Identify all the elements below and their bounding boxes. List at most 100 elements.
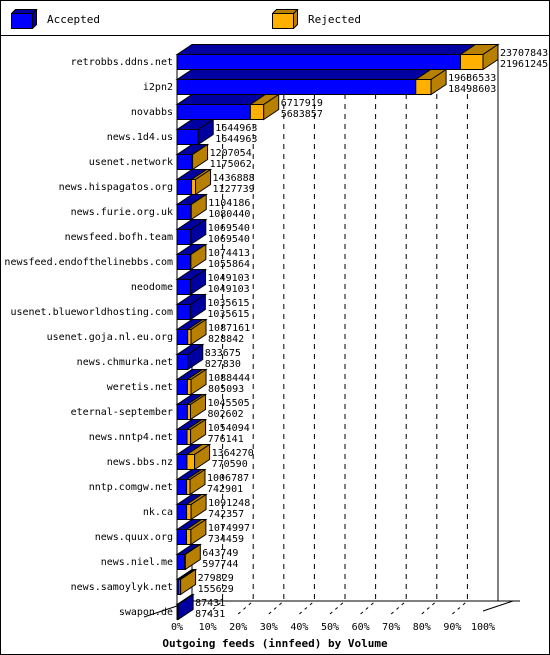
value-label-total: 19686533 [448, 73, 496, 84]
category-label: news.furie.org.uk [71, 207, 173, 218]
value-label-total: 1045505 [207, 398, 249, 409]
bar-group [175, 443, 212, 471]
value-label-accepted: 155629 [198, 584, 234, 595]
category-label: newsfeed.endofthelinebbs.com [4, 257, 173, 268]
bar-rejected [415, 79, 432, 95]
category-label: usenet.blueworldhosting.com [10, 307, 173, 318]
x-tick-label: 70% [382, 622, 400, 633]
category-label: news.hispagatos.org [59, 182, 173, 193]
value-label-accepted: 1049103 [208, 284, 250, 295]
bar-accepted [176, 79, 417, 95]
x-tick-label: 80% [413, 622, 431, 633]
labels: 0% 10% 20% 30% 40% 50% 60% 70% 80% 90% 100% retrobb… [4, 48, 548, 633]
bar-group [175, 393, 208, 421]
value-label-accepted: 597744 [202, 559, 238, 570]
bar-group [175, 68, 448, 96]
bar-group [175, 468, 207, 496]
bar-accepted [176, 54, 461, 70]
value-label-total: 1436888 [213, 173, 255, 184]
category-label: news.niel.me [101, 557, 173, 568]
value-label-accepted: 87431 [195, 609, 225, 620]
bar-accepted [176, 504, 188, 520]
category-label: eternal-september [71, 407, 173, 418]
bar-accepted [176, 254, 192, 270]
x-tick-label: 20% [229, 622, 247, 633]
floor-tick [360, 600, 376, 615]
x-tick-label: 100% [471, 622, 495, 633]
value-label-total: 279829 [198, 573, 234, 584]
bar-accepted [176, 404, 188, 420]
bar-group [175, 593, 195, 621]
bar-group [175, 343, 205, 371]
category-label: news.samoylyk.net [71, 582, 173, 593]
bar-rejected [187, 329, 192, 345]
floor-right-edge [482, 600, 514, 612]
bar-group [175, 543, 202, 571]
value-label-accepted: 776141 [208, 434, 244, 445]
bar-group [175, 268, 208, 296]
category-label: novabbs [131, 107, 173, 118]
bar-accepted-top [175, 44, 478, 55]
bar-accepted [176, 279, 192, 295]
value-label-accepted: 1055864 [208, 259, 250, 270]
category-label: news.1d4.us [107, 132, 173, 143]
value-label-accepted: 827830 [205, 359, 241, 370]
rejected-swatch-icon [272, 9, 299, 29]
bar-rejected [191, 179, 197, 195]
category-label: news.bbs.nz [107, 457, 173, 468]
value-label-accepted: 734459 [208, 534, 244, 545]
category-label: news.quux.org [95, 532, 173, 543]
bar-accepted [176, 179, 193, 195]
x-tick-label: 90% [443, 622, 461, 633]
value-label-accepted: 802602 [207, 409, 243, 420]
value-label-accepted: 1069540 [208, 234, 250, 245]
legend-item-accepted: Accepted [11, 9, 100, 29]
value-label-total: 643749 [202, 548, 238, 559]
bar-accepted [176, 554, 186, 570]
bar-group [175, 43, 500, 71]
value-label-total: 23707843 [500, 48, 548, 59]
bar-rejected [186, 504, 192, 520]
category-label: neodome [131, 282, 173, 293]
legend-label-accepted: Accepted [47, 12, 100, 26]
bar-accepted [176, 304, 191, 320]
value-label-total: 1006787 [207, 473, 249, 484]
chart-frame: Accepted Rejected 0% 10% 20% 30% 40% 50% 60% 70… [0, 0, 550, 655]
bar-accepted [176, 479, 188, 495]
category-label: news.chmurka.net [77, 357, 173, 368]
legend-item-rejected: Rejected [272, 9, 361, 29]
value-label-total: 833675 [205, 348, 241, 359]
bar-accepted-top [175, 69, 433, 80]
bar-rejected [186, 454, 196, 470]
category-label: nntp.comgw.net [89, 482, 173, 493]
value-label-accepted: 770590 [212, 459, 248, 470]
floor-tick [390, 600, 407, 615]
value-label-total: 87431 [195, 598, 225, 609]
bar-accepted [176, 379, 188, 395]
legend: Accepted Rejected [1, 1, 549, 36]
floor-tick [299, 600, 315, 615]
x-tick-label: 40% [290, 622, 308, 633]
value-label-accepted: 18498603 [448, 84, 496, 95]
value-label-total: 1364270 [212, 448, 254, 459]
bar-group [175, 168, 213, 196]
x-tick-label: 0% [171, 622, 183, 633]
accepted-swatch-icon [11, 9, 38, 29]
bar-group [175, 193, 208, 221]
value-label-total: 1207054 [210, 148, 252, 159]
bar-group [175, 368, 208, 396]
value-label-total: 1049103 [208, 273, 250, 284]
bar-group [175, 93, 281, 121]
value-label-accepted: 742901 [207, 484, 243, 495]
bar-group [175, 293, 208, 321]
bar-group [175, 493, 208, 521]
value-label-total: 1644963 [215, 123, 257, 134]
bar-accepted [176, 354, 189, 370]
x-axis-title: Outgoing feeds (innfeed) by Volume [162, 637, 388, 650]
value-label-accepted: 1644963 [215, 134, 257, 145]
value-label-accepted: 1035615 [207, 309, 249, 320]
bar-group [175, 418, 208, 446]
bar-rejected [459, 54, 484, 70]
value-label-total: 1069540 [208, 223, 250, 234]
bar-group [175, 143, 210, 171]
